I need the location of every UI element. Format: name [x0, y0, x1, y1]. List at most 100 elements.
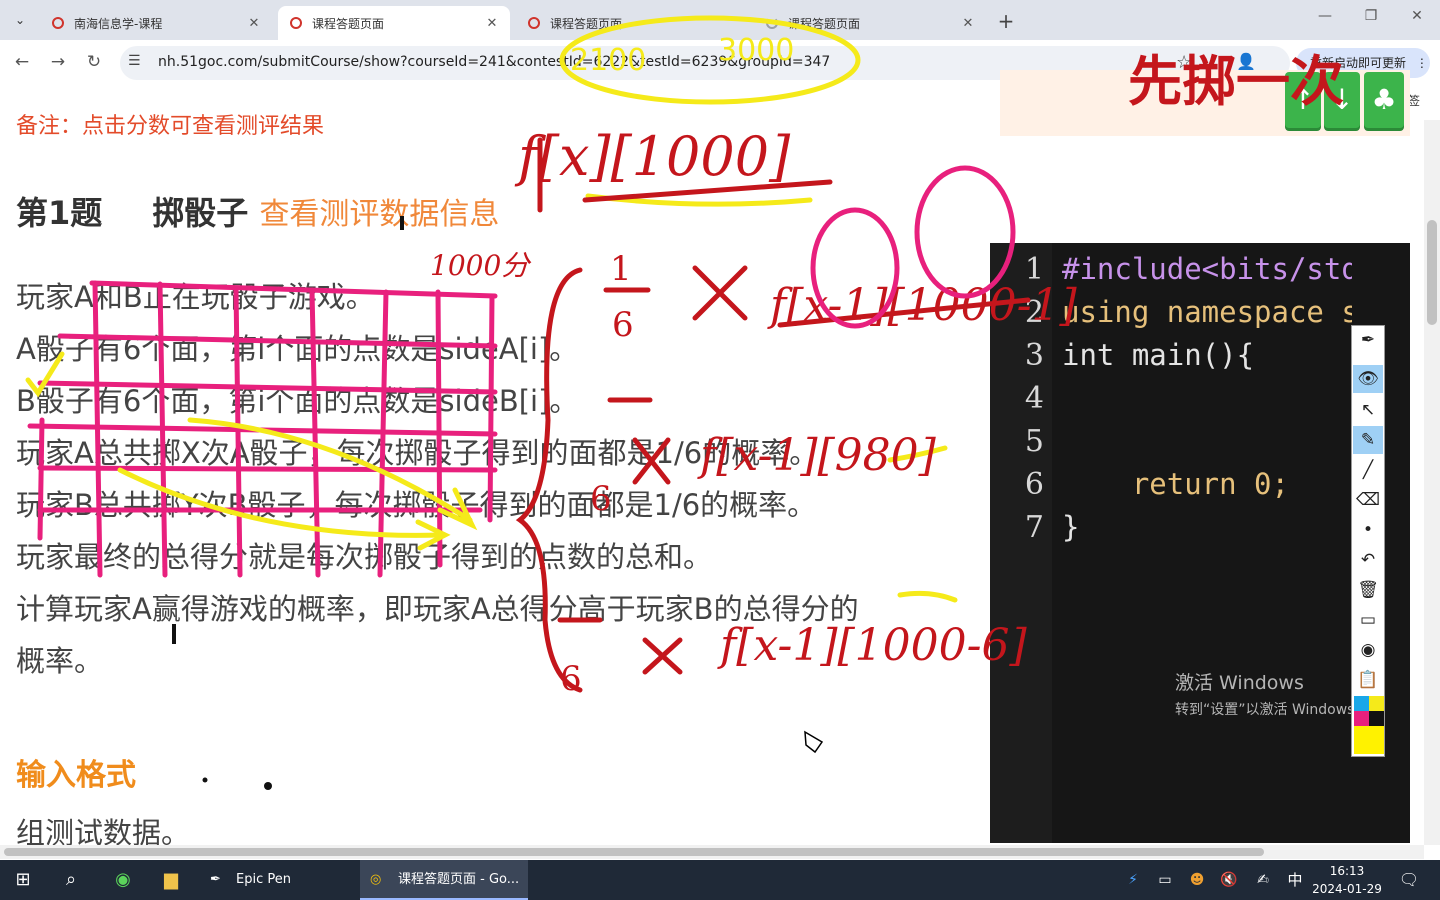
undo-icon[interactable]: ↶	[1353, 546, 1383, 574]
problem-paragraph: 玩家最终的总得分就是每次掷骰子得到的点数的总和。	[16, 540, 713, 574]
new-tab-icon[interactable]: +	[994, 9, 1018, 33]
activation-watermark: 激活 Windows 转到“设置”以激活 Windows。	[1175, 668, 1368, 719]
color-swatch-yellow[interactable]	[1369, 696, 1384, 711]
taskbar-app-label: Epic Pen	[236, 872, 291, 887]
line-number: 7	[1024, 510, 1044, 545]
restore-icon[interactable]: ❐	[1348, 8, 1394, 32]
code-line: #include<bits/stdc++.h>	[1062, 252, 1352, 286]
problem-paragraph: 玩家A和B正在玩骰子游戏。	[16, 280, 375, 314]
line-number: 2	[1024, 295, 1044, 330]
tray-badge-icon[interactable]: ☻	[1182, 865, 1212, 895]
view-test-data-link[interactable]: 查看测评数据信息	[259, 197, 499, 232]
site-favicon-icon	[52, 17, 64, 29]
back-icon[interactable]: ←	[10, 50, 34, 74]
minimize-icon[interactable]: —	[1302, 8, 1348, 32]
line-number: 1	[1024, 252, 1044, 287]
question-name: 掷骰子	[152, 194, 249, 232]
line-number: 5	[1024, 424, 1044, 459]
vertical-scroll-thumb[interactable]	[1427, 220, 1437, 325]
code-line: }	[1062, 510, 1080, 544]
result-note: 备注：点击分数可查看测评结果	[16, 114, 325, 139]
site-settings-icon[interactable]: ☰	[128, 53, 141, 69]
scroll-up-button[interactable]: ↑	[1285, 72, 1321, 128]
code-line: return 0;	[1062, 467, 1289, 501]
more-menu-icon[interactable]: ⋮	[1416, 56, 1428, 70]
pen-app-icon: ✒	[210, 872, 221, 887]
cursor-icon[interactable]: ↖	[1353, 396, 1383, 424]
close-tab-icon[interactable]: ✕	[958, 16, 978, 31]
eye-icon[interactable]: 👁	[1353, 365, 1383, 393]
brush-size-icon[interactable]: •	[1353, 516, 1383, 544]
pen-logo-icon[interactable]: ✒	[1353, 326, 1383, 354]
code-lines[interactable]: #include<bits/stdc++.h> using namespace …	[1062, 250, 1352, 560]
color-swatch-cyan[interactable]	[1354, 696, 1369, 711]
tab-4[interactable]: 课程答题页面 ✕	[754, 6, 986, 40]
club-icon[interactable]: ♣	[1364, 72, 1404, 128]
close-tab-icon[interactable]: ✕	[244, 16, 264, 31]
color-swatch-black[interactable]	[1369, 711, 1384, 726]
line-number: 6	[1024, 467, 1044, 502]
line-number: 4	[1024, 381, 1044, 416]
browser-app-icon[interactable]: ◉	[108, 865, 138, 895]
problem-paragraph: A骰子有6个面，第i个面的点数是sideA[i]。	[16, 332, 579, 366]
tab-2-active[interactable]: 课程答题页面 ✕	[278, 6, 510, 40]
tab-label: 课程答题页面	[312, 16, 385, 31]
profile-icon[interactable]: 👤	[1236, 52, 1256, 71]
taskbar-app-epic-pen[interactable]: ✒ Epic Pen	[198, 860, 356, 900]
problem-paragraph: 玩家B总共掷Y次B骰子，每次掷骰子得到的面都是1/6的概率。	[16, 488, 817, 522]
network-icon[interactable]: ▭	[1150, 865, 1180, 895]
eraser-icon[interactable]: ⌫	[1353, 486, 1383, 514]
clipboard-icon[interactable]: 📋	[1353, 666, 1383, 694]
update-button-label: 重新启动即可更新	[1310, 56, 1407, 70]
tab-label: 课程答题页面	[550, 16, 623, 31]
input-format-heading: 输入格式	[16, 758, 136, 793]
volume-muted-icon[interactable]: 🔇	[1214, 865, 1244, 895]
code-line: int main(){	[1062, 338, 1255, 372]
line-number: 3	[1024, 338, 1044, 373]
site-favicon-icon	[290, 17, 302, 29]
pen-icon[interactable]: ╱	[1353, 456, 1383, 484]
tab-label: 南海信息学-课程	[74, 16, 163, 31]
start-windows-icon[interactable]: ⊞	[8, 865, 38, 895]
scroll-down-button[interactable]: ↓	[1324, 72, 1360, 128]
tab-audio-icon[interactable]: ˄	[720, 16, 740, 31]
code-line: using namespace std;	[1062, 295, 1352, 329]
tab-1[interactable]: 南海信息学-课程 ✕	[40, 6, 272, 40]
watermark-title: 激活 Windows	[1175, 672, 1304, 694]
taskbar-app-label: 课程答题页面 - Go...	[398, 872, 520, 887]
search-icon[interactable]: ⌕	[56, 865, 86, 895]
close-window-icon[interactable]: ✕	[1394, 8, 1440, 32]
tab-search-icon[interactable]: ⌄	[10, 10, 30, 30]
loading-spinner-icon	[766, 17, 778, 29]
notification-icon[interactable]: 🗨	[1394, 865, 1424, 895]
problem-paragraph: 概率。	[16, 644, 104, 678]
whiteboard-icon[interactable]: ▭	[1353, 606, 1383, 634]
horizontal-scroll-thumb[interactable]	[4, 848, 1264, 856]
question-title: 第1题 掷骰子 查看测评数据信息	[16, 188, 499, 234]
close-tab-icon[interactable]: ✕	[482, 16, 502, 31]
highlighter-icon[interactable]: ✎	[1353, 426, 1383, 454]
reload-icon[interactable]: ↻	[82, 50, 106, 74]
file-explorer-icon[interactable]: ▆	[156, 865, 186, 895]
tray-app-icon[interactable]: ⚡	[1118, 865, 1148, 895]
tab-3[interactable]: 课程答题页面 ˄	[516, 6, 748, 40]
chrome-icon: ◎	[370, 872, 382, 887]
trash-icon[interactable]: 🗑	[1353, 576, 1383, 604]
watermark-subtitle: 转到“设置”以激活 Windows。	[1175, 702, 1369, 718]
problem-paragraph: 计算玩家A赢得游戏的概率，即玩家A总得分高于玩家B的总得分的	[16, 592, 859, 626]
site-favicon-icon	[528, 17, 540, 29]
clock[interactable]: 16:13 2024-01-29	[1300, 862, 1394, 898]
problem-paragraph: B骰子有6个面，第i个面的点数是sideB[i]。	[16, 384, 579, 418]
camera-icon[interactable]: ◉	[1353, 636, 1383, 664]
pen-input-icon[interactable]: ✍	[1248, 865, 1278, 895]
clock-date: 2024-01-29	[1312, 882, 1382, 896]
tab-label: 课程答题页面	[788, 16, 861, 31]
forward-icon[interactable]: →	[46, 50, 70, 74]
input-format-text: 组测试数据。	[16, 816, 191, 848]
url-text[interactable]: nh.51goc.com/submitCourse/show?courseId=…	[158, 54, 830, 70]
taskbar-app-chrome[interactable]: ◎ 课程答题页面 - Go...	[360, 860, 528, 900]
color-swatch-magenta[interactable]	[1354, 711, 1369, 726]
problem-paragraph: 玩家A总共掷X次A骰子，每次掷骰子得到的面都是1/6的概率。	[16, 436, 819, 470]
current-color-swatch[interactable]	[1354, 726, 1384, 754]
question-number: 第1题	[16, 194, 103, 232]
